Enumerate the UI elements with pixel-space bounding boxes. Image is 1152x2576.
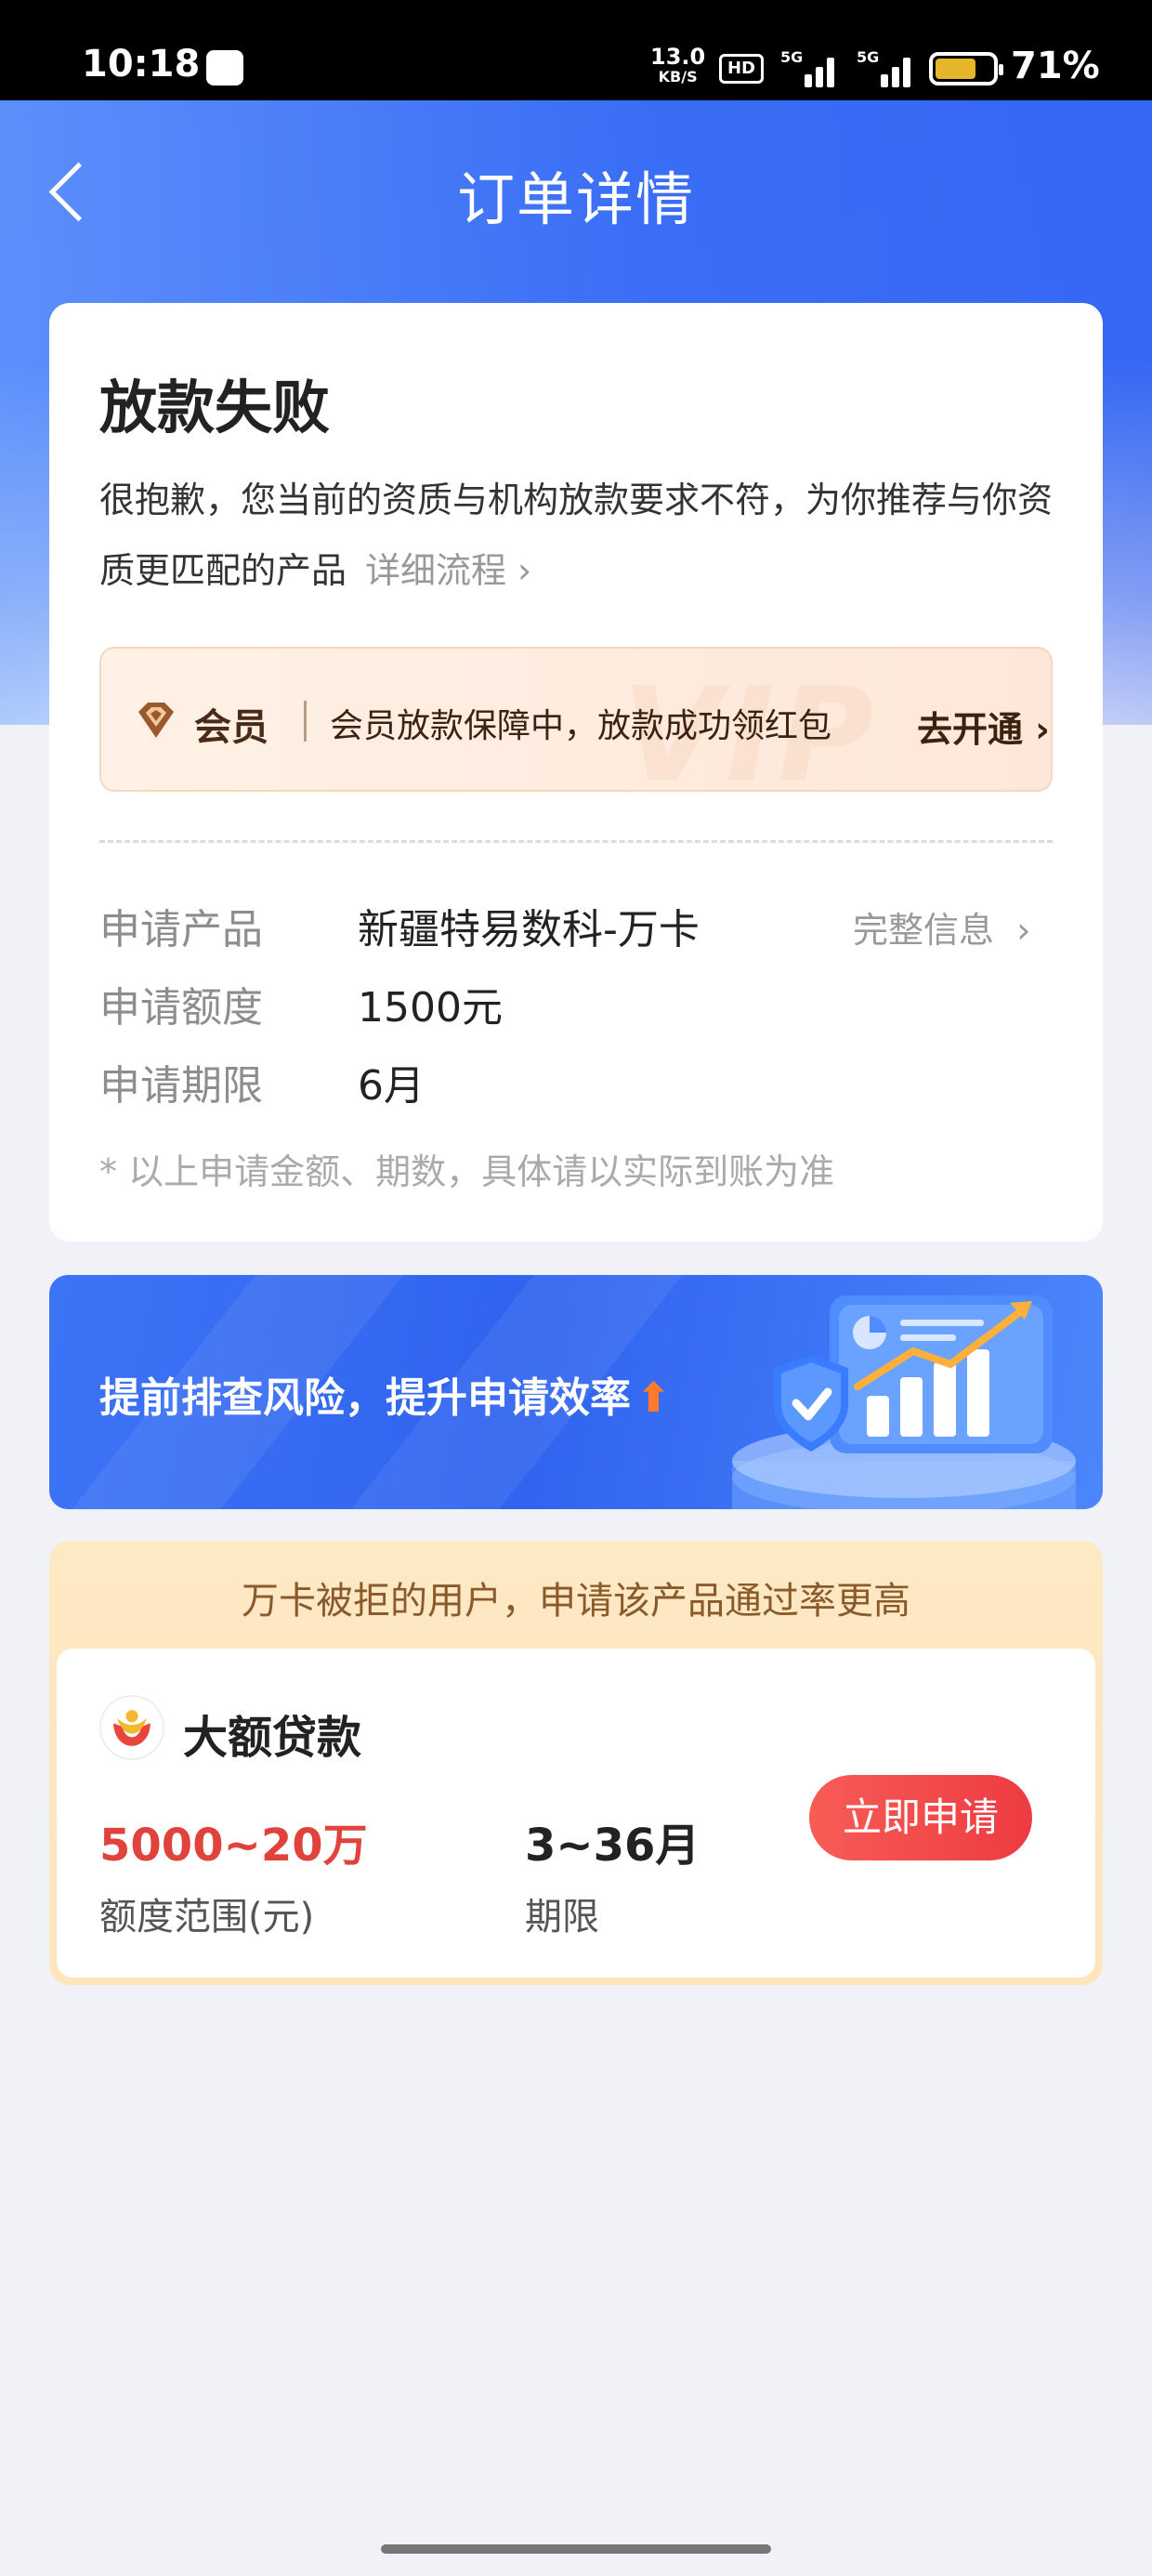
- info-key: 申请产品: [99, 906, 263, 953]
- chevron-right-icon: ›: [1035, 709, 1050, 750]
- signal-2-label: 5G: [857, 48, 880, 66]
- loan-status-description: 很抱歉，您当前的资质与机构放款要求不符，为你推荐与你资质更匹配的产品 详细流程 ›: [99, 465, 1066, 606]
- status-time: 10:18: [82, 43, 201, 85]
- arrow-up-icon: ⬆: [636, 1374, 671, 1422]
- info-value: 6月: [358, 1062, 425, 1110]
- recommend-product[interactable]: 大额贷款 5000~20万 额度范围(元) 3~36月 期限 立即申请: [57, 1649, 1095, 1978]
- vip-divider: [304, 701, 307, 742]
- product-logo-icon: [99, 1695, 164, 1760]
- term-value: 3~36月: [525, 1820, 700, 1872]
- page-title: 订单详情: [456, 165, 695, 233]
- info-value: 新疆特易数科-万卡: [358, 906, 700, 953]
- network-speed: 13.0 KB/S: [650, 46, 705, 87]
- risk-banner-text: 提前排查风险，提升申请效率 ⬆: [99, 1364, 671, 1424]
- signal-icon-2: 5G: [857, 48, 916, 87]
- info-key: 申请额度: [99, 984, 263, 1032]
- battery-percent: 71%: [1011, 45, 1100, 87]
- vip-label: 会员: [194, 706, 268, 749]
- divider: [99, 840, 1053, 843]
- battery-fill: [936, 59, 975, 79]
- chart-shield-illustration: [732, 1295, 1076, 1509]
- vip-activate-label: 去开通: [917, 709, 1024, 750]
- signal-icon-1: 5G: [780, 48, 840, 87]
- term-label: 期限: [525, 1896, 599, 1939]
- detail-process-link[interactable]: 详细流程: [365, 550, 506, 591]
- amount-range-label: 额度范围(元): [99, 1896, 315, 1939]
- home-indicator[interactable]: [381, 2544, 771, 2554]
- recommend-card: 万卡被拒的用户，申请该产品通过率更高 大额贷款 5000~20万 额度范围(元)…: [49, 1541, 1103, 1985]
- vip-activate-link[interactable]: 去开通 ›: [917, 701, 1050, 752]
- chevron-right-icon: ›: [1016, 910, 1031, 951]
- signal-1-label: 5G: [780, 48, 804, 66]
- full-info-label: 完整信息: [853, 910, 995, 951]
- disclaimer-text: * 以上申请金额、期数，具体请以实际到账为准: [99, 1151, 835, 1192]
- amount-range-value: 5000~20万: [99, 1820, 368, 1872]
- full-info-link[interactable]: 完整信息 ›: [853, 901, 1030, 953]
- vip-membership-banner[interactable]: VIP 会员 会员放款保障中，放款成功领红包 去开通 ›: [99, 647, 1053, 792]
- apply-now-button[interactable]: 立即申请: [809, 1775, 1032, 1860]
- battery-icon: [929, 52, 1003, 85]
- info-value: 1500元: [358, 984, 503, 1032]
- hd-icon: HD: [719, 54, 764, 84]
- description-text: 很抱歉，您当前的资质与机构放款要求不符，为你推荐与你资质更匹配的产品: [99, 480, 1054, 591]
- diamond-icon: [138, 703, 174, 738]
- order-status-card: 放款失败 很抱歉，您当前的资质与机构放款要求不符，为你推荐与你资质更匹配的产品详…: [49, 303, 1103, 1242]
- risk-check-banner[interactable]: 提前排查风险，提升申请效率 ⬆: [49, 1275, 1103, 1509]
- chevron-right-icon: ›: [517, 550, 532, 591]
- vip-benefit-text: 会员放款保障中，放款成功领红包: [330, 707, 832, 745]
- recommend-header: 万卡被拒的用户，申请该产品通过率更高: [242, 1580, 910, 1623]
- navigation-bar: 订单详情: [0, 100, 1152, 277]
- notification-icon: [206, 50, 243, 85]
- info-key: 申请期限: [99, 1062, 263, 1110]
- risk-banner-label: 提前排查风险，提升申请效率: [99, 1374, 631, 1422]
- network-speed-unit: KB/S: [658, 68, 698, 85]
- status-bar: 10:18 13.0 KB/S HD 5G 5G 71%: [0, 0, 1152, 100]
- network-speed-value: 13.0: [650, 44, 706, 70]
- product-name: 大额贷款: [183, 1712, 362, 1764]
- loan-status-title: 放款失败: [99, 374, 331, 441]
